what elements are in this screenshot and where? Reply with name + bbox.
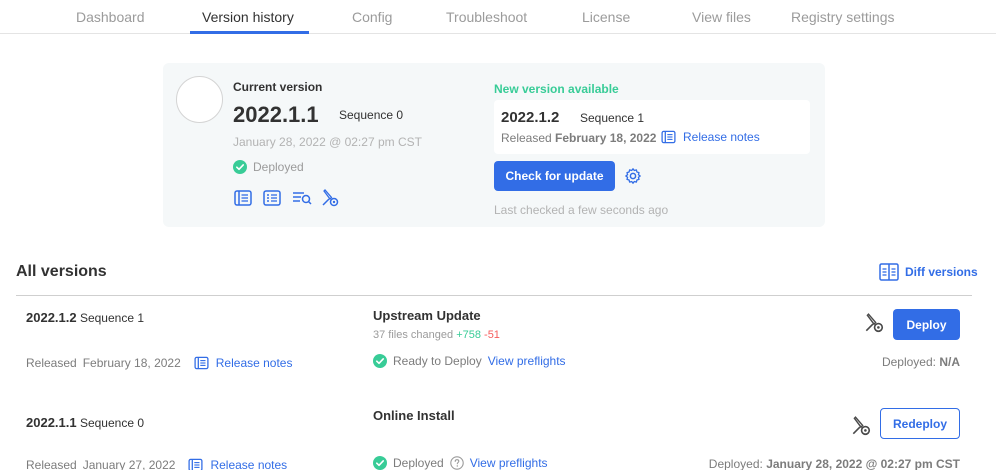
- row-version-number: 2022.1.2: [26, 310, 77, 325]
- deploy-button[interactable]: Deploy: [893, 309, 960, 340]
- help-icon[interactable]: [449, 456, 464, 470]
- tab-version-history[interactable]: Version history: [202, 9, 294, 25]
- diff-versions-label: Diff versions: [905, 265, 978, 279]
- release-notes-label: Release notes: [215, 356, 293, 370]
- tab-license[interactable]: License: [582, 9, 630, 25]
- release-notes-label: Release notes: [683, 130, 760, 144]
- row-status-label: Deployed: [393, 456, 444, 470]
- new-version-release-notes-link[interactable]: Release notes: [660, 129, 760, 145]
- release-notes-label: Release notes: [210, 458, 288, 470]
- tab-dashboard[interactable]: Dashboard: [76, 9, 145, 25]
- row-status-label: Ready to Deploy: [393, 354, 482, 368]
- current-status-label: Deployed: [253, 160, 304, 174]
- new-version-released: Released February 18, 2022: [501, 131, 656, 145]
- check-circle-icon: [373, 456, 387, 470]
- row-version-info: 2022.1.1 Sequence 0: [26, 415, 144, 430]
- new-version-number: 2022.1.2: [501, 109, 560, 126]
- release-notes-icon: [193, 355, 210, 371]
- release-notes-icon: [660, 129, 677, 145]
- version-summary-card: Current version 2022.1.1 Sequence 0 Janu…: [163, 63, 825, 227]
- row-title: Online Install: [373, 408, 455, 423]
- row-version-sequence: Sequence 1: [79, 311, 145, 325]
- new-version-released-date: February 18, 2022: [555, 131, 657, 145]
- version-row: 2022.1.2 Sequence 1 Released February 18…: [16, 296, 972, 386]
- row-title: Upstream Update: [373, 308, 481, 323]
- row-deployed-label: Deployed:: [881, 355, 936, 369]
- row-released-date: January 27, 2022: [82, 458, 176, 470]
- row-deployed-value: January 28, 2022 @ 02:27 pm CST: [766, 457, 960, 470]
- edit-config-icon[interactable]: [320, 188, 340, 208]
- app-icon-placeholder: [176, 76, 223, 123]
- release-notes-icon: [187, 457, 204, 470]
- tab-troubleshoot[interactable]: Troubleshoot: [446, 9, 527, 25]
- row-version-sequence: Sequence 0: [79, 416, 145, 430]
- row-deployed: Deployed: N/A: [882, 355, 960, 369]
- row-deployed-value: N/A: [939, 355, 960, 369]
- gear-icon[interactable]: [624, 167, 642, 185]
- row-released-date: February 18, 2022: [82, 356, 181, 370]
- row-released: Released January 27, 2022 Release notes: [26, 457, 287, 470]
- version-row: 2022.1.1 Sequence 0 Released January 27,…: [16, 400, 972, 470]
- all-versions-title: All versions: [16, 263, 107, 280]
- current-version-actions: [233, 188, 340, 208]
- current-version-label: Current version: [233, 80, 323, 94]
- checklist-icon[interactable]: [262, 188, 282, 208]
- release-notes-icon[interactable]: [233, 188, 253, 208]
- current-status: Deployed: [233, 160, 304, 174]
- new-version-box: 2022.1.2 Sequence 1 Released February 18…: [494, 100, 810, 154]
- edit-config-icon[interactable]: [863, 312, 885, 334]
- check-circle-icon: [233, 160, 247, 174]
- last-checked-text: Last checked a few seconds ago: [494, 203, 669, 217]
- tab-registry-settings[interactable]: Registry settings: [791, 9, 894, 25]
- row-release-notes-link[interactable]: Release notes: [187, 457, 287, 470]
- new-version-sequence: Sequence 1: [580, 111, 645, 125]
- row-deployed: Deployed: January 28, 2022 @ 02:27 pm CS…: [709, 457, 960, 470]
- new-version-label: New version available: [494, 82, 619, 96]
- check-circle-icon: [373, 354, 387, 368]
- diff-icon: [879, 263, 899, 281]
- edit-config-icon[interactable]: [850, 415, 872, 437]
- diff-versions-link[interactable]: Diff versions: [879, 263, 978, 281]
- row-files-changed: 37 files changed +758 -51: [373, 329, 500, 341]
- current-version-date: January 28, 2022 @ 02:27 pm CST: [233, 135, 422, 149]
- tab-view-files[interactable]: View files: [692, 9, 751, 25]
- row-release-notes-link[interactable]: Release notes: [193, 355, 293, 371]
- top-nav: Dashboard Version history Config Trouble…: [0, 0, 996, 34]
- row-status: Ready to Deploy View preflights: [373, 354, 566, 368]
- row-released-prefix: Released: [26, 356, 77, 370]
- redeploy-button[interactable]: Redeploy: [880, 408, 960, 439]
- logs-icon[interactable]: [291, 188, 312, 208]
- additions-count: +758: [456, 329, 481, 341]
- deletions-count: -51: [484, 329, 500, 341]
- view-preflights-link[interactable]: View preflights: [470, 456, 548, 470]
- row-status: Deployed View preflights: [373, 456, 548, 470]
- new-version-released-prefix: Released: [501, 131, 552, 145]
- row-released-prefix: Released: [26, 458, 77, 470]
- check-for-update-button[interactable]: Check for update: [494, 161, 615, 191]
- row-version-number: 2022.1.1: [26, 415, 77, 430]
- files-changed-count: 37 files changed: [373, 329, 454, 341]
- row-version-info: 2022.1.2 Sequence 1: [26, 310, 144, 325]
- row-deployed-label: Deployed:: [708, 457, 763, 470]
- row-released: Released February 18, 2022 Release notes: [26, 355, 292, 371]
- current-version-sequence: Sequence 0: [339, 108, 404, 122]
- tab-config[interactable]: Config: [352, 9, 392, 25]
- view-preflights-link[interactable]: View preflights: [488, 354, 566, 368]
- active-tab-indicator: [190, 31, 309, 34]
- current-version-number: 2022.1.1: [233, 102, 319, 127]
